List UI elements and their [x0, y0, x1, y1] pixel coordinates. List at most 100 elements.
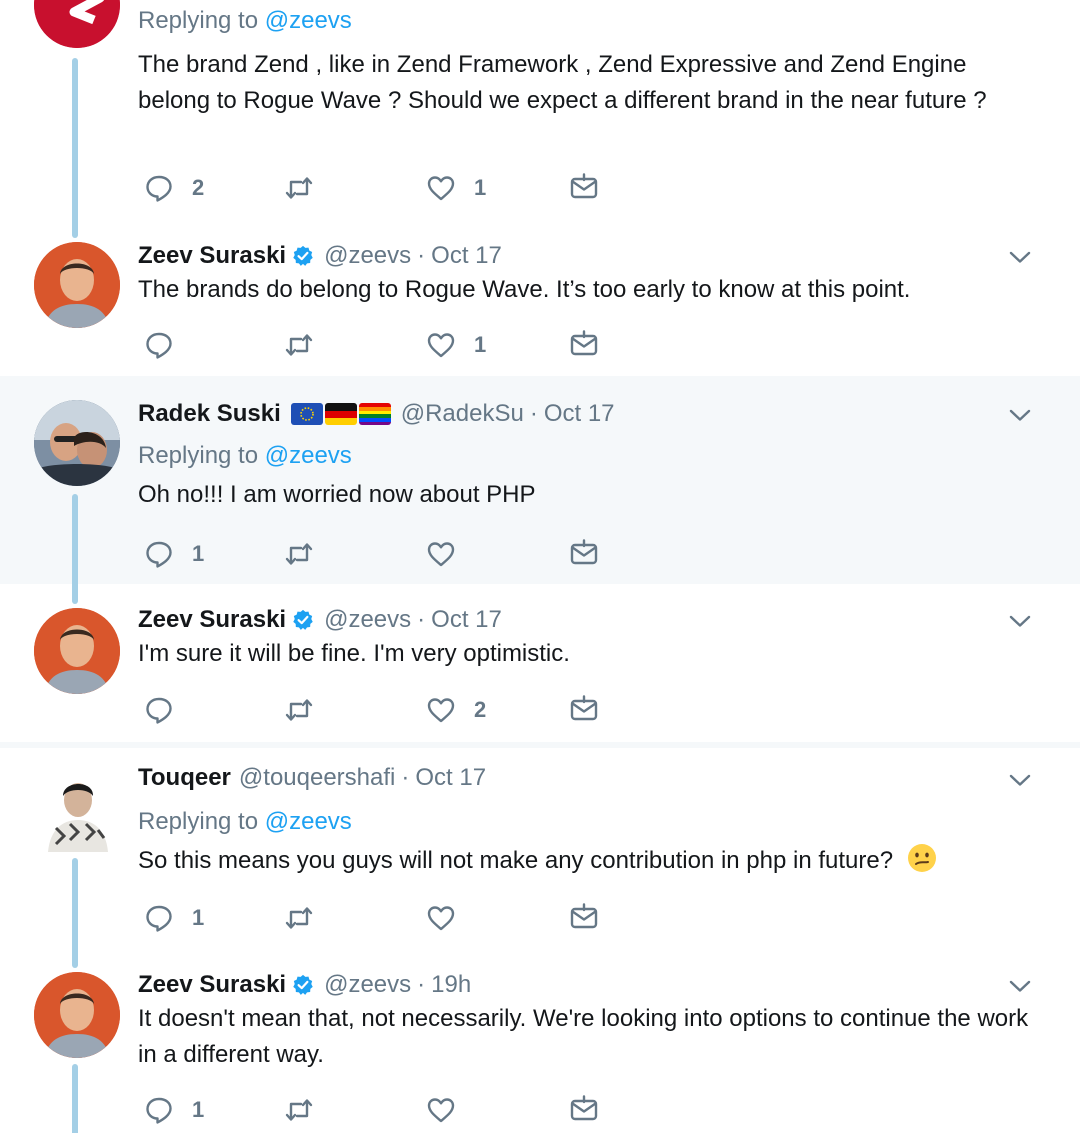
- tweet[interactable]: Radek Suski @RadekSu · Oct 17 Replying t…: [0, 376, 1080, 604]
- tweet-header: Radek Suski @RadekSu · Oct 17: [138, 399, 1030, 429]
- envelope-icon: [569, 695, 599, 725]
- reply-count: 1: [192, 905, 205, 930]
- profile-photo: [34, 242, 120, 328]
- timestamp[interactable]: Oct 17: [544, 400, 615, 428]
- envelope-icon: [569, 1095, 599, 1125]
- chevron-down-icon[interactable]: [1008, 403, 1032, 427]
- like-count: 1: [474, 332, 487, 357]
- direct-message-button[interactable]: [569, 168, 599, 208]
- retweet-button[interactable]: [284, 1090, 332, 1130]
- logo-icon: [34, 0, 120, 48]
- envelope-icon: [569, 903, 599, 933]
- display-name[interactable]: Radek Suski: [138, 400, 281, 428]
- avatar[interactable]: [34, 608, 120, 694]
- timestamp[interactable]: Oct 17: [431, 606, 502, 634]
- user-handle[interactable]: @touqeershafi: [239, 764, 395, 792]
- tweet-text: So this means you guys will not make any…: [138, 842, 1030, 879]
- tweet-text: The brands do belong to Rogue Wave. It’s…: [138, 276, 911, 303]
- user-handle[interactable]: @RadekSu: [401, 400, 524, 428]
- reply-icon: [144, 695, 174, 725]
- like-button[interactable]: [426, 534, 474, 574]
- avatar[interactable]: [34, 242, 120, 328]
- replying-to: Replying to @zeevs: [138, 808, 352, 835]
- display-name[interactable]: Zeev Suraski: [138, 971, 286, 999]
- retweet-button[interactable]: [284, 325, 332, 365]
- reply-button[interactable]: [144, 325, 192, 365]
- tweet-text: I'm sure it will be fine. I'm very optim…: [138, 640, 570, 667]
- avatar[interactable]: [34, 0, 120, 48]
- chevron-down-icon[interactable]: [1008, 768, 1032, 792]
- reply-button[interactable]: 1: [144, 1090, 204, 1130]
- tweet[interactable]: Zeev Suraski @zeevs · 19h It doesn't mea…: [0, 946, 1080, 1133]
- reply-button[interactable]: 1: [144, 534, 204, 574]
- timestamp[interactable]: Oct 17: [431, 242, 502, 270]
- heart-icon: [426, 695, 456, 725]
- envelope-icon: [569, 330, 599, 360]
- direct-message-button[interactable]: [569, 325, 599, 365]
- thread-line: [72, 1064, 78, 1133]
- retweet-button[interactable]: [284, 534, 332, 574]
- mention-link[interactable]: @zeevs: [265, 808, 352, 835]
- reply-button[interactable]: [144, 690, 192, 730]
- separator: ·: [417, 606, 426, 633]
- heart-icon: [426, 539, 456, 569]
- separator: ·: [417, 242, 426, 269]
- display-name[interactable]: Zeev Suraski: [138, 242, 286, 270]
- mention-link[interactable]: @zeevs: [265, 7, 352, 34]
- separator: ·: [417, 971, 426, 998]
- user-handle[interactable]: @zeevs: [324, 971, 411, 999]
- timestamp[interactable]: 19h: [431, 971, 471, 999]
- replying-to: Replying to @zeevs: [138, 7, 352, 34]
- reply-count: 1: [192, 541, 205, 566]
- like-button[interactable]: [426, 1090, 474, 1130]
- user-handle[interactable]: @zeevs: [324, 242, 411, 270]
- reply-icon: [144, 903, 174, 933]
- reply-button[interactable]: 1: [144, 898, 204, 938]
- envelope-icon: [569, 173, 599, 203]
- chevron-down-icon[interactable]: [1008, 974, 1032, 998]
- retweet-button[interactable]: [284, 690, 332, 730]
- reply-icon: [144, 173, 174, 203]
- tweet-text: The brand Zend , like in Zend Framework …: [138, 51, 987, 114]
- verified-badge-icon: [292, 609, 314, 631]
- user-handle[interactable]: @zeevs: [324, 606, 411, 634]
- retweet-button[interactable]: [284, 168, 332, 208]
- display-name[interactable]: Zeev Suraski: [138, 606, 286, 634]
- reply-icon: [144, 330, 174, 360]
- tweet[interactable]: Zeev Suraski @zeevs · Oct 17 I'm sure it…: [0, 584, 1080, 742]
- direct-message-button[interactable]: [569, 1090, 599, 1130]
- retweet-icon: [284, 1095, 314, 1125]
- timestamp[interactable]: Oct 17: [415, 764, 486, 792]
- mention-link[interactable]: @zeevs: [265, 442, 352, 469]
- avatar[interactable]: [34, 400, 120, 486]
- avatar[interactable]: [34, 766, 120, 852]
- direct-message-button[interactable]: [569, 534, 599, 574]
- avatar[interactable]: [34, 972, 120, 1058]
- verified-badge-icon: [292, 974, 314, 996]
- reply-icon: [144, 539, 174, 569]
- tweet-header: Touqeer @touqeershafi · Oct 17: [138, 763, 1030, 793]
- separator: ·: [529, 400, 538, 427]
- retweet-icon: [284, 695, 314, 725]
- like-count: 2: [474, 697, 487, 722]
- direct-message-button[interactable]: [569, 690, 599, 730]
- like-button[interactable]: 1: [426, 168, 486, 208]
- tweet[interactable]: Replying to @zeevs The brand Zend , like…: [0, 0, 1080, 238]
- reply-button[interactable]: 2: [144, 168, 204, 208]
- tweet[interactable]: Zeev Suraski @zeevs · Oct 17 The brands …: [0, 232, 1080, 376]
- chevron-down-icon[interactable]: [1008, 245, 1032, 269]
- heart-icon: [426, 903, 456, 933]
- retweet-button[interactable]: [284, 898, 332, 938]
- chevron-down-icon[interactable]: [1008, 609, 1032, 633]
- confused-face-emoji-icon: [907, 844, 936, 872]
- direct-message-button[interactable]: [569, 898, 599, 938]
- tweet[interactable]: Touqeer @touqeershafi · Oct 17 Replying …: [0, 748, 1080, 968]
- like-button[interactable]: [426, 898, 474, 938]
- like-button[interactable]: 1: [426, 325, 486, 365]
- verified-badge-icon: [292, 245, 314, 267]
- retweet-icon: [284, 173, 314, 203]
- like-button[interactable]: 2: [426, 690, 486, 730]
- heart-icon: [426, 173, 456, 203]
- display-name[interactable]: Touqeer: [138, 764, 231, 792]
- tweet-text: Oh no!!! I am worried now about PHP: [138, 481, 536, 508]
